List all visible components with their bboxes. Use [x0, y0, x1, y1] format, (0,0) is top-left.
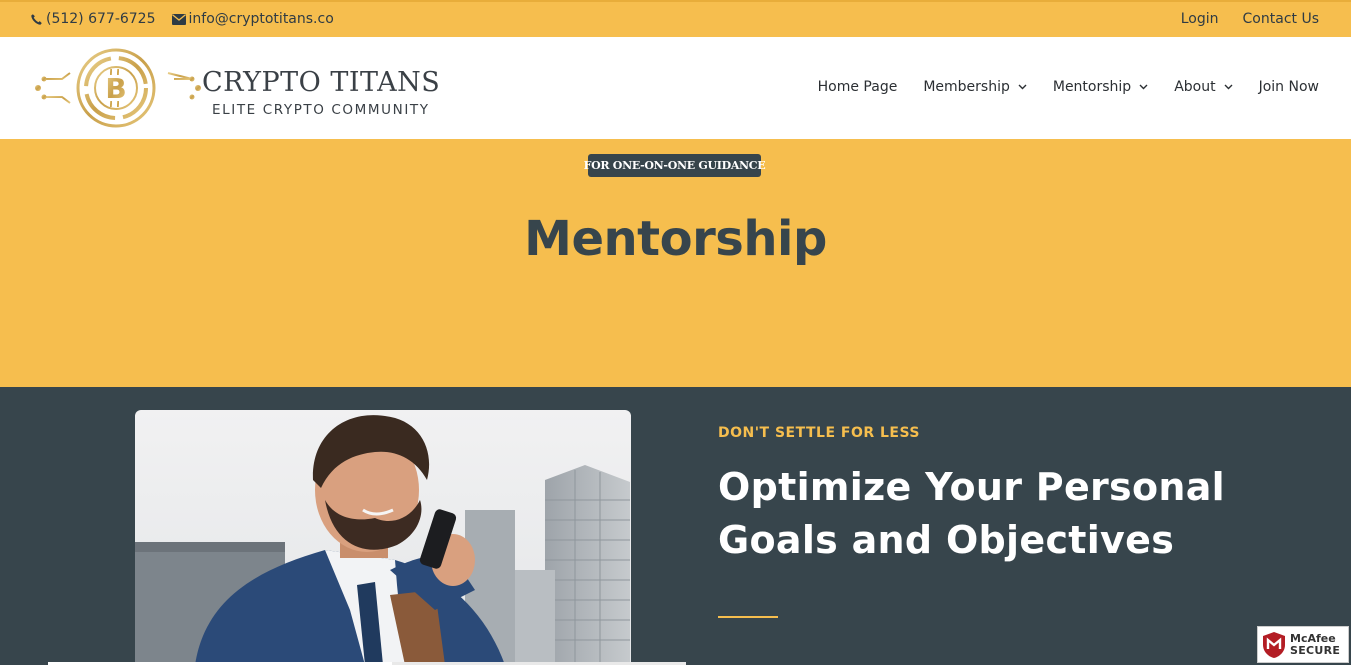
mcafee-secure-badge[interactable]: McAfee SECURE	[1257, 626, 1349, 663]
contact-info: (512) 677-6725 info@cryptotitans.co	[30, 11, 350, 27]
nav-mentorship[interactable]: Mentorship	[1053, 79, 1148, 95]
headline-line-2: Goals and Objectives	[718, 518, 1175, 562]
svg-text:B: B	[105, 72, 126, 105]
nav-join-now[interactable]: Join Now	[1259, 79, 1319, 95]
nav-label: Membership	[923, 79, 1010, 95]
phone-link[interactable]: (512) 677-6725	[30, 11, 156, 27]
mcafee-line-2: SECURE	[1290, 643, 1341, 657]
top-bar: (512) 677-6725 info@cryptotitans.co Logi…	[0, 0, 1351, 37]
brand-subtitle: ELITE CRYPTO COMMUNITY	[212, 102, 430, 118]
main-nav: Home Page Membership Mentorship About Jo…	[792, 79, 1319, 95]
login-link[interactable]: Login	[1181, 11, 1219, 27]
intro-section: DON'T SETTLE FOR LESS Optimize Your Pers…	[0, 387, 1351, 665]
nav-label: Mentorship	[1052, 79, 1132, 95]
accent-divider	[718, 616, 778, 618]
nav-about[interactable]: About	[1174, 79, 1233, 95]
chevron-down-icon	[1018, 84, 1027, 90]
contact-us-link[interactable]: Contact Us	[1243, 11, 1319, 27]
mcafee-shield-icon	[1263, 631, 1285, 658]
email-link[interactable]: info@cryptotitans.co	[171, 11, 334, 27]
bitcoin-emblem-icon: B	[35, 48, 201, 128]
hero-section: FOR ONE-ON-ONE GUIDANCE Mentorship	[0, 139, 1351, 387]
businessman-on-phone-image	[135, 410, 631, 665]
brand-title: CRYPTO TITANS	[202, 67, 441, 98]
chevron-down-icon	[1224, 84, 1233, 90]
mcafee-text: McAfee SECURE	[1290, 631, 1341, 657]
nav-label: Join Now	[1258, 79, 1319, 95]
phone-number: (512) 677-6725	[46, 11, 156, 27]
section-eyebrow: DON'T SETTLE FOR LESS	[718, 425, 921, 441]
phone-icon	[31, 13, 42, 25]
nav-label: About	[1174, 79, 1216, 95]
nav-label: Home Page	[817, 79, 898, 95]
page-title: Mentorship	[524, 211, 827, 267]
section-headline: Optimize Your Personal Goals and Objecti…	[718, 461, 1278, 567]
nav-home-page[interactable]: Home Page	[818, 79, 898, 95]
nav-membership[interactable]: Membership	[923, 79, 1027, 95]
hero-badge: FOR ONE-ON-ONE GUIDANCE	[584, 154, 766, 177]
chevron-down-icon	[1139, 84, 1148, 90]
top-links: Login Contact Us	[1157, 11, 1319, 27]
businessman-photo	[135, 410, 631, 665]
mcafee-line-1: McAfee	[1290, 631, 1336, 645]
site-logo[interactable]: B CRYPTO TITANS ELITE CRYPTO COMMUNITY	[34, 47, 464, 129]
headline-line-1: Optimize Your Personal	[718, 465, 1226, 509]
envelope-icon	[171, 13, 186, 25]
email-address: info@cryptotitans.co	[188, 11, 334, 27]
site-header: B CRYPTO TITANS ELITE CRYPTO COMMUNITY H…	[0, 37, 1351, 139]
